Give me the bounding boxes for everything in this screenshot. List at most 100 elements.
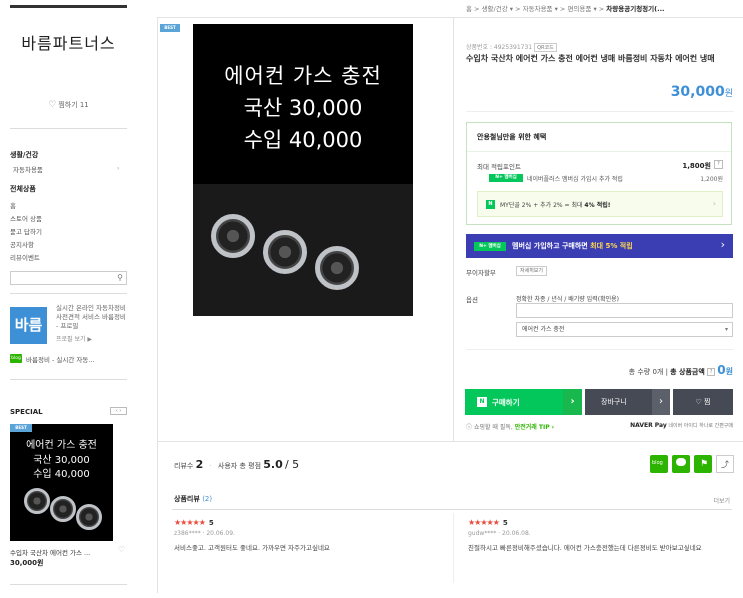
my-regular-text: MY단골 2% + 추가 2% = 최대 4% 적립!: [500, 202, 611, 209]
review-body: 서비스좋고. 고객원터도 좋네요. 가까우면 자주가고싶네요: [174, 544, 330, 552]
product-code-text: 상품번호 : 4925391731: [466, 44, 533, 51]
breadcrumb-item[interactable]: 편의용품: [567, 5, 591, 13]
qr-code-button[interactable]: QR코드: [534, 43, 557, 52]
breadcrumb-item[interactable]: 자동차용품: [523, 5, 553, 13]
review-rating: 5.0: [263, 458, 283, 471]
naver-pay-icon: N: [477, 397, 487, 407]
divider: [10, 584, 127, 585]
info-icon: ⓘ: [466, 424, 473, 431]
story-share-icon[interactable]: ⚑: [694, 455, 712, 473]
divider: [453, 513, 454, 583]
review-item[interactable]: ★★★★★ 5 gudw**** · 20.06.08. 친절하시고 빠른정비해주…: [468, 518, 733, 554]
special-head: SPECIAL: [10, 408, 43, 416]
help-icon[interactable]: ?: [707, 368, 716, 376]
divider: [467, 151, 731, 152]
my-regular-banner[interactable]: N MY단골 2% + 추가 2% = 최대 4% 적립! ›: [477, 191, 723, 217]
help-icon[interactable]: ?: [714, 160, 723, 169]
sidebar-link-store[interactable]: 스토어 상품: [10, 213, 42, 223]
chevron-right-icon: ›: [652, 389, 670, 415]
image-text-line: 에어컨 가스 충전: [26, 440, 97, 451]
best-badge: BEST: [160, 24, 180, 32]
cart-label: 장바구니: [601, 398, 627, 406]
breadcrumb-item[interactable]: 홈: [466, 5, 472, 13]
naver-plus-value: 1,200원: [700, 176, 723, 183]
vent-graphic: [263, 230, 307, 274]
membership-text: 멤버십 가입하고 구매하면 최대 5% 적립: [512, 242, 633, 250]
search-icon[interactable]: ⚲: [117, 273, 123, 282]
special-pager[interactable]: ‹ ›: [110, 407, 127, 415]
review-section-title: 상품리뷰 (2): [174, 495, 213, 503]
benefit-head: 안용철님만을 위한 혜택: [477, 133, 547, 141]
sidebar-link-qna[interactable]: 묻고 답하기: [10, 226, 42, 236]
divider: [10, 128, 127, 129]
shop-description: 실시간 온라인 자동차정비 사전견적 서비스 바름정비 - 프로필: [56, 304, 126, 330]
installment-label: 무이자할부: [466, 269, 496, 277]
search-input[interactable]: ⚲: [10, 271, 127, 285]
divider: [466, 349, 733, 350]
special-product-image[interactable]: BEST 에어컨 가스 충전 국산 30,000 수입 40,000: [10, 424, 113, 541]
talk-share-icon[interactable]: [672, 455, 690, 473]
shop-name[interactable]: 바름파트너스: [10, 30, 127, 54]
benefit-box: 안용철님만을 위한 혜택 최대 적립포인트 1,800원 ? N+ 멤버십 네이…: [466, 122, 732, 225]
wish-button[interactable]: ♡ 찜: [673, 389, 733, 415]
total-qty: 총 수량 0개: [628, 368, 664, 376]
image-text-line: 수입 40,000: [33, 469, 90, 480]
point-value: 1,800원: [682, 162, 711, 170]
product-main-image[interactable]: 에어컨 가스 충전 국산 30,000 수입 40,000: [193, 24, 413, 316]
review-summary: 리뷰수 2 · 사용자 총 평점 5.0 / 5: [174, 458, 300, 471]
car-info-input[interactable]: [516, 303, 733, 318]
chevron-right-icon: ›: [720, 238, 725, 251]
naver-plus-tag: N+ 멤버십: [474, 242, 506, 251]
point-label: 최대 적립포인트: [477, 163, 521, 171]
review-item[interactable]: ★★★★★ 5 z386**** · 20.06.09. 서비스좋고. 고객원터도…: [174, 518, 439, 554]
sidebar: 바름파트너스 ♡ 찜하기 11 생활/건강 자동차용품 › 전체상품 홈 스토어 상…: [0, 0, 140, 598]
review-score: 5: [502, 519, 508, 527]
cart-button[interactable]: 장바구니 ›: [585, 389, 670, 415]
naver-plus-link[interactable]: 네이버플러스 멤버십 가입시 추가 적립: [527, 174, 623, 183]
special-product-price: 30,000원: [10, 559, 44, 567]
blog-share-icon[interactable]: blog: [650, 455, 668, 473]
vent-graphic: [211, 214, 255, 258]
vent-graphic: [315, 246, 359, 290]
heart-icon[interactable]: ♡: [118, 545, 125, 554]
review-count: 2: [195, 458, 204, 471]
divider: [157, 441, 743, 442]
breadcrumb-current[interactable]: 차량용공기청정기(...: [606, 5, 664, 13]
divider: [10, 293, 127, 294]
membership-banner[interactable]: N+ 멤버십 멤버십 가입하고 구매하면 최대 5% 적립 ›: [466, 234, 733, 258]
category-head[interactable]: 생활/건강: [10, 150, 38, 160]
share-icon[interactable]: ⤴: [716, 455, 734, 473]
sidebar-link-review-event[interactable]: 리뷰이벤트: [10, 252, 40, 262]
naver-icon: N: [486, 200, 495, 209]
favorite-label: 찜하기 11: [58, 101, 89, 109]
option-select[interactable]: 에어컨 가스 충전 ▾: [516, 322, 733, 337]
installment-detail-button[interactable]: 자세히보기: [516, 266, 548, 276]
safe-trade-link[interactable]: 안전거래 TIP ›: [515, 424, 554, 431]
profile-link[interactable]: 프로필 보기 ▶: [56, 334, 92, 343]
product-title: 수입차 국산차 에어컨 가스 충전 에어컨 냉매 바름정비 자동차 에어컨 냉매: [466, 54, 715, 63]
total-amount-value: 0: [717, 363, 726, 377]
naver-pay-info: NAVER Pay 네이버 아이디 하나로 간편구매: [630, 422, 733, 429]
divider: [172, 509, 732, 510]
image-text-line: 수입 40,000: [243, 128, 363, 152]
all-products-head[interactable]: 전체상품: [10, 184, 36, 194]
review-more-link[interactable]: 더보기: [713, 496, 730, 505]
image-text-line: 에어컨 가스 충전: [224, 64, 382, 88]
special-product-name[interactable]: 수입차 국산차 에어컨 가스 ...: [10, 547, 90, 557]
chevron-right-icon: ›: [563, 389, 582, 415]
sidebar-link-notice[interactable]: 공지사항: [10, 239, 34, 249]
buy-button[interactable]: N 구매하기 ›: [465, 389, 582, 415]
review-score: 5: [208, 519, 214, 527]
image-text-line: 국산 30,000: [243, 96, 363, 120]
blog-link[interactable]: 바름정비 - 실시간 자동...: [26, 354, 95, 364]
sidebar-link-home[interactable]: 홈: [10, 200, 16, 210]
sidebar-item-car-goods[interactable]: 자동차용품 ›: [13, 164, 120, 174]
chevron-down-icon: ▾: [724, 326, 728, 333]
favorite-button[interactable]: ♡ 찜하기 11: [10, 100, 127, 110]
vent-graphic: [76, 504, 102, 530]
rating-stars: ★★★★★: [174, 518, 206, 527]
option-field-label: 정확한 차종 / 년식 / 배기량 입력(확인용): [516, 296, 619, 303]
breadcrumb-item[interactable]: 생활/건강: [482, 5, 508, 13]
image-text-line: 국산 30,000: [33, 455, 90, 466]
naver-pay-logo: NAVER Pay: [630, 422, 667, 429]
